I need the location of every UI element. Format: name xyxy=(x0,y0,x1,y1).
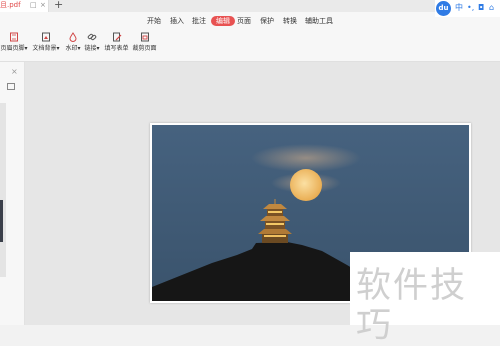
crop-page-icon xyxy=(140,32,149,42)
doc-background-button[interactable]: 文档背景▾ xyxy=(32,32,60,53)
ime-logo-icon[interactable]: du xyxy=(436,1,451,16)
moon xyxy=(290,169,322,201)
pin-icon[interactable]: □ xyxy=(30,0,37,11)
close-tab-icon[interactable]: × xyxy=(40,0,46,11)
link-icon xyxy=(87,33,97,41)
chevron-down-icon: ▾ xyxy=(77,45,81,52)
image-icon[interactable] xyxy=(7,83,15,90)
tab-strip: 且.pdf □ × + xyxy=(0,0,500,12)
fill-form-label: 填写表单 xyxy=(104,45,129,52)
ribbon-menu: 开始 插入 批注 编辑 页面 保护 转换 辅助工具 xyxy=(0,12,500,30)
thumbnail-strip[interactable] xyxy=(0,103,6,277)
left-sidebar: × xyxy=(0,62,25,325)
watermark-text: 软件技巧 xyxy=(356,266,468,346)
watermark-label: 水印 xyxy=(65,45,78,52)
header-footer-icon xyxy=(10,32,18,42)
new-tab-button[interactable]: + xyxy=(54,0,63,11)
link-label: 链接 xyxy=(84,45,97,52)
header-footer-label: 页眉页脚 xyxy=(0,45,25,52)
chevron-down-icon: ▾ xyxy=(24,45,28,52)
thumbnail-selected[interactable] xyxy=(0,200,3,242)
menu-protect[interactable]: 保护 xyxy=(260,16,274,26)
menu-insert[interactable]: 插入 xyxy=(170,16,184,26)
close-icon[interactable]: × xyxy=(11,67,18,76)
ime-settings-icon[interactable]: ⌂ xyxy=(489,3,494,13)
fill-form-icon xyxy=(112,32,121,42)
watermark-button[interactable]: 水印▾ xyxy=(63,32,83,53)
watermark-icon xyxy=(69,32,77,42)
crop-page-label: 裁剪页面 xyxy=(132,45,157,52)
menu-start[interactable]: 开始 xyxy=(147,16,161,26)
ime-skin-icon[interactable]: ◘ xyxy=(478,3,484,13)
doc-background-label: 文档背景 xyxy=(32,45,57,52)
chevron-down-icon: ▾ xyxy=(96,45,100,52)
ime-lang-toggle[interactable]: 中 xyxy=(455,3,463,13)
link-button[interactable]: 链接▾ xyxy=(84,32,100,53)
ime-punct-icon[interactable]: •, xyxy=(467,3,474,13)
crop-page-button[interactable]: 裁剪页面 xyxy=(132,32,157,53)
doc-background-icon xyxy=(42,32,50,42)
menu-page[interactable]: 页面 xyxy=(237,16,251,26)
menu-comment[interactable]: 批注 xyxy=(192,16,206,26)
ime-toolbar: du 中 •, ◘ ⌂ xyxy=(435,0,500,17)
menu-tools[interactable]: 辅助工具 xyxy=(305,16,333,26)
menu-edit[interactable]: 编辑 xyxy=(211,16,235,26)
fill-form-button[interactable]: 填写表单 xyxy=(104,32,129,53)
menu-convert[interactable]: 转换 xyxy=(283,16,297,26)
header-footer-button[interactable]: 页眉页脚▾ xyxy=(0,32,28,53)
document-tab[interactable]: 且.pdf □ × xyxy=(0,0,49,12)
edit-toolbar: 页眉页脚▾ 文档背景▾ 水印▾ 链接▾ 填写表单 裁剪页面 xyxy=(0,30,500,62)
chevron-down-icon: ▾ xyxy=(56,45,60,52)
document-tab-title: 且.pdf xyxy=(0,1,21,9)
